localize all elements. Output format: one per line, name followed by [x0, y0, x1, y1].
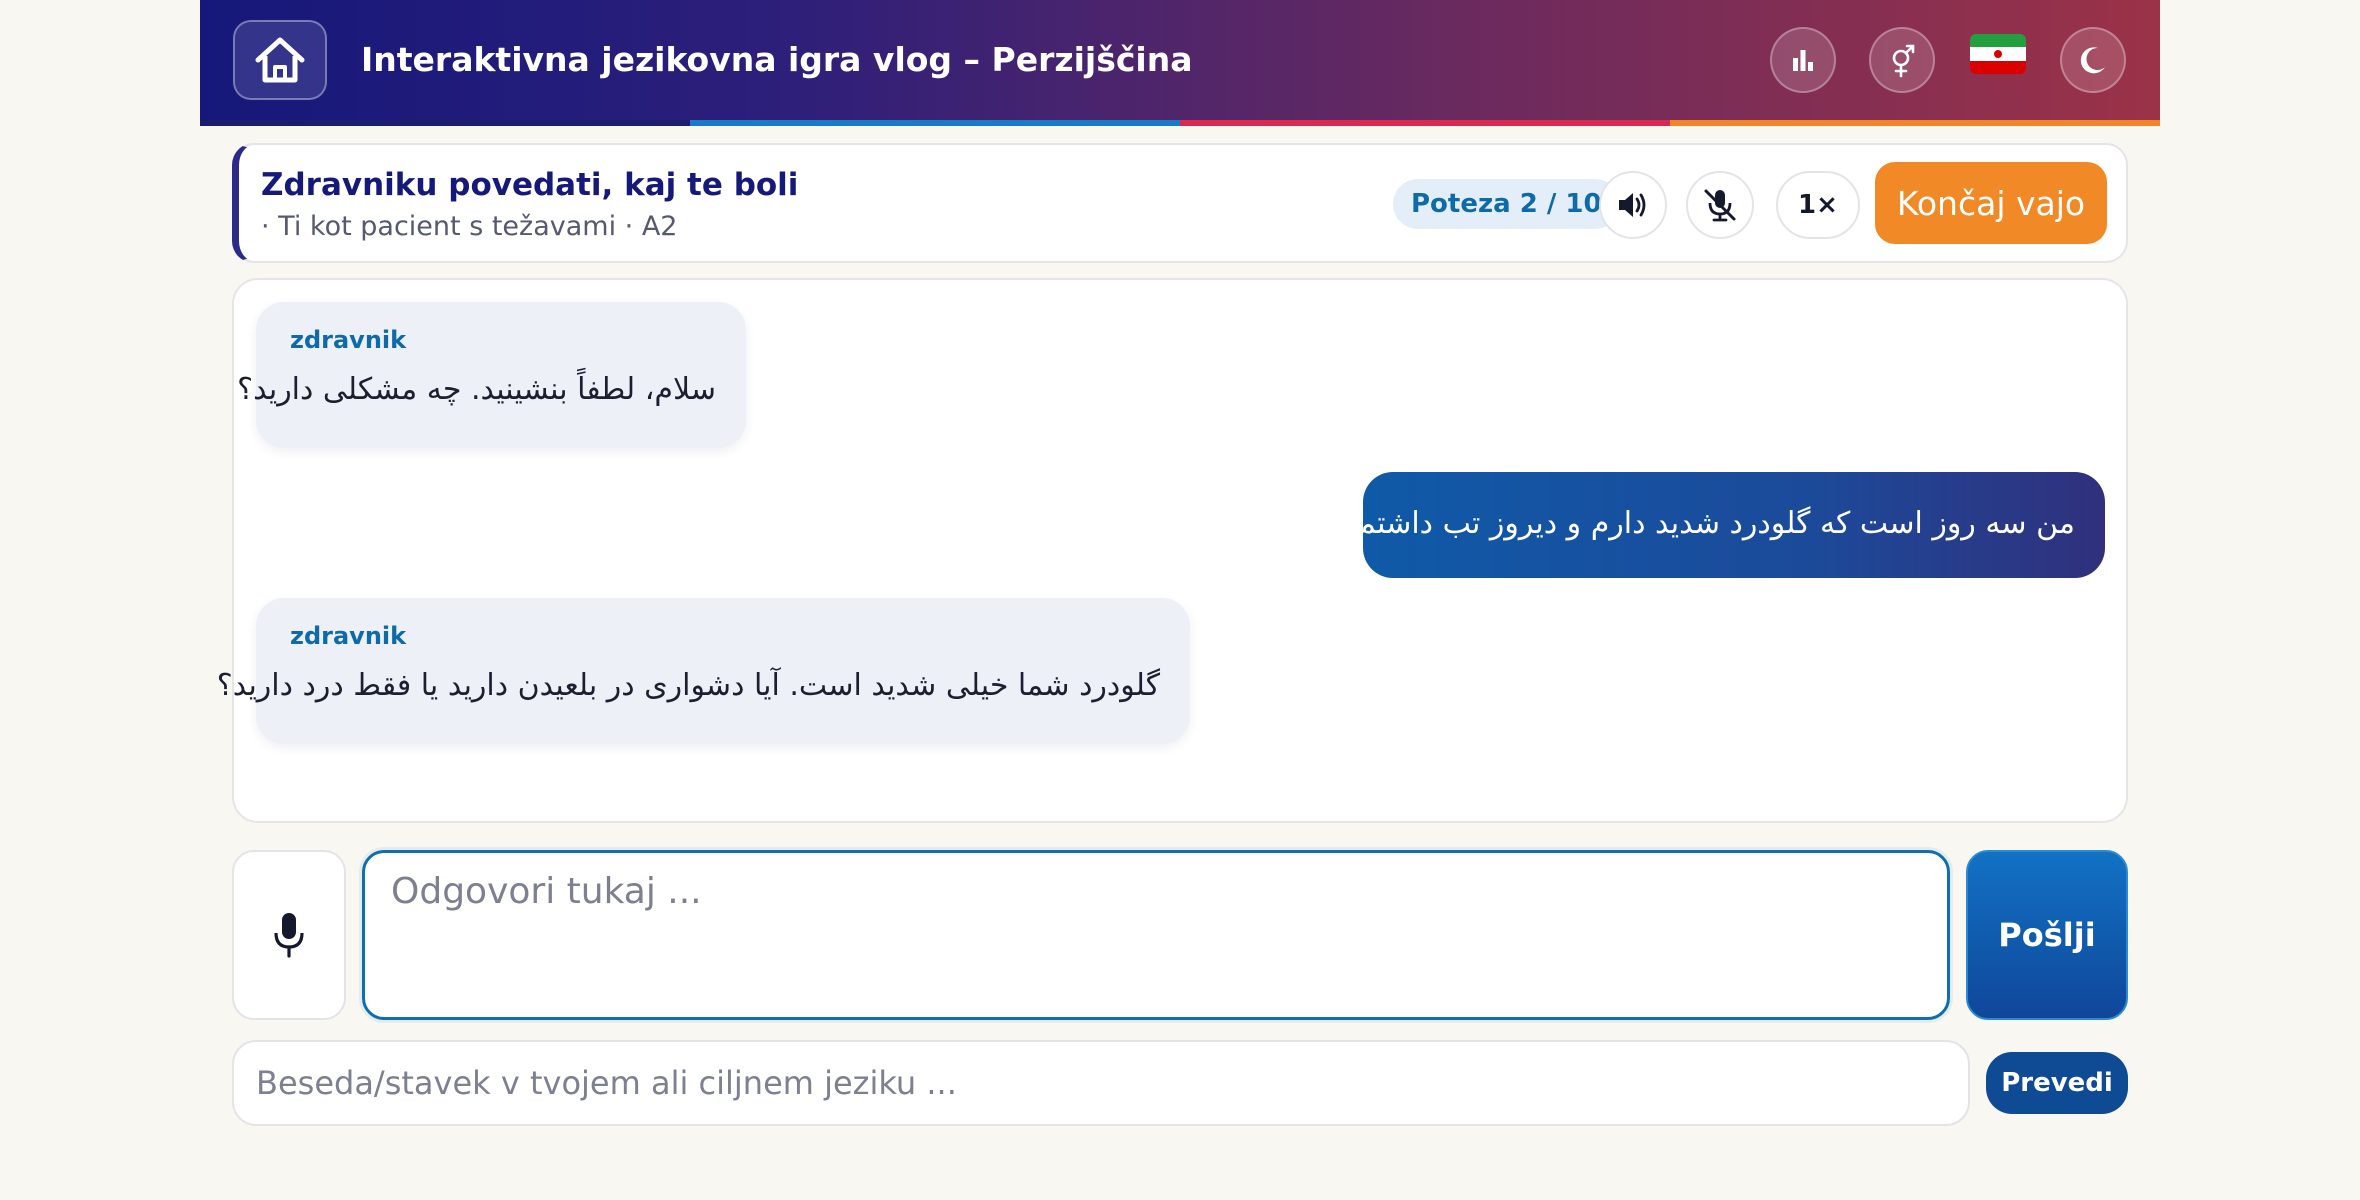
speaker-icon [1619, 193, 1646, 217]
chat-message-user: من سه روز است که گلودرد شدید دارم و دیرو… [1348, 472, 2105, 578]
scenario-bar: Zdravniku povedati, kaj te boli · Ti kot… [232, 143, 2128, 263]
message-speaker: zdravnik [290, 622, 407, 650]
scenario-subtitle: · Ti kot pacient s težavami · A2 [261, 211, 678, 242]
stripe [1670, 120, 2160, 126]
moon-icon [2080, 47, 2105, 74]
home-icon [255, 37, 305, 83]
chat-message-bot: zdravnik گلودرد شما خیلی شدید است. آیا د… [217, 598, 1190, 744]
translate-input[interactable] [232, 1040, 1970, 1126]
gender-button[interactable] [1869, 27, 1935, 93]
answer-input[interactable] [362, 850, 1950, 1020]
stats-button[interactable] [1770, 27, 1836, 93]
scenario-title: Zdravniku povedati, kaj te boli [261, 167, 799, 203]
stripe [1180, 120, 1670, 126]
message-text: من سه روز است که گلودرد شدید دارم و دیرو… [1347, 506, 2075, 541]
speed-button[interactable]: 1× [1776, 171, 1860, 239]
stripe [690, 120, 1180, 126]
gender-icon [1892, 44, 1915, 78]
turn-counter-badge: Poteza 2 / 10 [1393, 179, 1620, 229]
bar-chart-icon [1793, 50, 1813, 71]
audio-button[interactable] [1599, 171, 1667, 239]
theme-toggle-button[interactable] [2060, 27, 2126, 93]
mic-off-icon [1704, 189, 1736, 222]
app-title: Interaktivna jezikovna igra vlog – Perzi… [361, 40, 1193, 79]
home-button[interactable] [233, 20, 327, 100]
iran-flag-icon[interactable] [1970, 34, 2026, 74]
send-button[interactable]: Pošlji [1966, 850, 2128, 1020]
translate-button[interactable]: Prevedi [1986, 1052, 2128, 1114]
header-stripes [200, 120, 2160, 126]
message-text: سلام، لطفاً بنشینید. چه مشکلی دارید؟ [237, 372, 716, 407]
microphone-button[interactable] [232, 850, 346, 1020]
stripe [200, 120, 690, 126]
end-exercise-button[interactable]: Končaj vajo [1875, 162, 2107, 244]
chat-message-bot: zdravnik سلام، لطفاً بنشینید. چه مشکلی د… [237, 302, 746, 448]
mute-mic-button[interactable] [1686, 171, 1754, 239]
chat-panel: zdravnik سلام، لطفاً بنشینید. چه مشکلی د… [217, 278, 2128, 823]
message-speaker: zdravnik [290, 326, 407, 354]
message-text: گلودرد شما خیلی شدید است. آیا دشواری در … [216, 668, 1160, 703]
app-header: Interaktivna jezikovna igra vlog – Perzi… [200, 0, 2160, 126]
microphone-icon [274, 913, 304, 958]
